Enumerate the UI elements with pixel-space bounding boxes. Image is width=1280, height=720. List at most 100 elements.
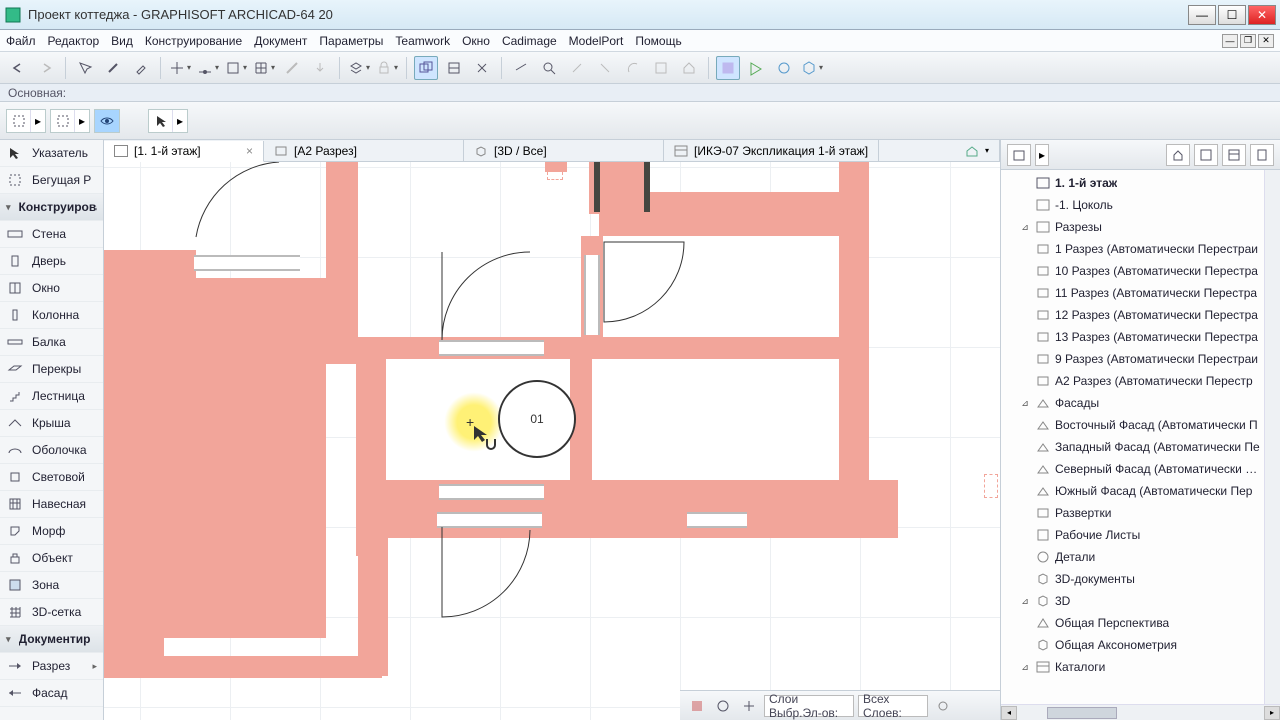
tool-skylight[interactable]: Световой [0, 464, 103, 491]
zoom-extents-button[interactable] [686, 695, 708, 717]
minimize-button[interactable]: — [1188, 5, 1216, 25]
nav-group-details[interactable]: Детали [1001, 546, 1264, 568]
nav-group-3ddocs[interactable]: 3D-документы [1001, 568, 1264, 590]
selection-mode-1[interactable] [7, 110, 31, 132]
trace-button[interactable] [414, 56, 438, 80]
menu-window[interactable]: Окно [462, 34, 490, 48]
partial-display-button[interactable] [738, 695, 760, 717]
gravity-button[interactable] [308, 56, 332, 80]
guideline-dropdown[interactable] [168, 56, 192, 80]
bimx-dropdown[interactable] [800, 56, 824, 80]
nav-mode-1[interactable] [1166, 144, 1190, 166]
snap-dropdown[interactable] [196, 56, 220, 80]
nav-group-elevations[interactable]: ⊿Фасады [1001, 392, 1264, 414]
renovation-button[interactable] [716, 56, 740, 80]
undo-button[interactable] [6, 56, 30, 80]
drawing-canvas[interactable]: + 01 Слои Выбр.Эл-ов: Всех Слоев: [104, 162, 1000, 720]
navigator-tree[interactable]: 1. 1-й этаж -1. Цоколь ⊿Разрезы 1 Разрез… [1001, 170, 1264, 704]
collapse-icon[interactable]: ⊿ [1019, 398, 1031, 409]
layer-combo-2[interactable]: Всех Слоев: [858, 695, 928, 717]
nav-group-3d[interactable]: ⊿3D [1001, 590, 1264, 612]
navigator-scrollbar[interactable] [1264, 170, 1280, 704]
menu-design[interactable]: Конструирование [145, 34, 242, 48]
tab-section-a2[interactable]: [А2 Разрез] [264, 140, 464, 161]
tool-window[interactable]: Окно [0, 275, 103, 302]
toolbox-design-header[interactable]: ▾Конструирова [0, 194, 103, 221]
cursor-arrow[interactable]: ▸ [173, 110, 187, 132]
tool-beam[interactable]: Балка [0, 329, 103, 356]
tab-3d[interactable]: [3D / Все] [464, 140, 664, 161]
nav-group-worksheets[interactable]: Рабочие Листы [1001, 524, 1264, 546]
tool-mesh[interactable]: 3D-сетка [0, 599, 103, 626]
menu-view[interactable]: Вид [111, 34, 133, 48]
nav-mode-2[interactable] [1194, 144, 1218, 166]
menu-teamwork[interactable]: Teamwork [395, 34, 450, 48]
nav-group-interior[interactable]: Развертки [1001, 502, 1264, 524]
trace-clear-button[interactable] [470, 56, 494, 80]
selection-mode-1-arrow[interactable]: ▸ [31, 110, 45, 132]
nav-item-section-10[interactable]: 10 Разрез (Автоматически Перестра [1001, 260, 1264, 282]
nav-item-section-1[interactable]: 1 Разрез (Автоматически Перестраи [1001, 238, 1264, 260]
tool-section[interactable]: Разрез▸ [0, 653, 103, 680]
suspend2-button[interactable] [593, 56, 617, 80]
show-hide-button[interactable] [712, 695, 734, 717]
close-button[interactable]: ✕ [1248, 5, 1276, 25]
renovation-filter-button[interactable] [744, 56, 768, 80]
tool-object[interactable]: Объект [0, 545, 103, 572]
menu-options[interactable]: Параметры [319, 34, 383, 48]
mdi-minimize-button[interactable]: — [1222, 34, 1238, 48]
element-snap-dropdown[interactable] [224, 56, 248, 80]
tool-arrow[interactable]: Указатель [0, 140, 103, 167]
nav-item-floor1[interactable]: 1. 1-й этаж [1001, 172, 1264, 194]
nav-item-elev-west[interactable]: Западный Фасад (Автоматически Пе [1001, 436, 1264, 458]
nav-expand-button[interactable]: ▸ [1035, 144, 1049, 166]
tool-zone[interactable]: Зона [0, 572, 103, 599]
nav-item-elev-east[interactable]: Восточный Фасад (Автоматически П [1001, 414, 1264, 436]
pick-elements-button[interactable] [73, 56, 97, 80]
nav-group-sections[interactable]: ⊿Разрезы [1001, 216, 1264, 238]
refresh-button[interactable] [932, 695, 954, 717]
nav-item-section-11[interactable]: 11 Разрез (Автоматически Перестра [1001, 282, 1264, 304]
nav-item-section-12[interactable]: 12 Разрез (Автоматически Перестра [1001, 304, 1264, 326]
layers-dropdown[interactable] [347, 56, 371, 80]
scroll-right-button[interactable]: ▸ [1264, 706, 1280, 720]
tool-column[interactable]: Колонна [0, 302, 103, 329]
nav-item-perspective[interactable]: Общая Перспектива [1001, 612, 1264, 634]
nav-item-elev-south[interactable]: Южный Фасад (Автоматически Пер [1001, 480, 1264, 502]
nav-item-section-a2[interactable]: А2 Разрез (Автоматически Перестр [1001, 370, 1264, 392]
eyedropper-button[interactable] [129, 56, 153, 80]
tab-floor1[interactable]: [1. 1-й этаж] × [104, 141, 264, 162]
tool-shell[interactable]: Оболочка [0, 437, 103, 464]
menu-help[interactable]: Помощь [635, 34, 681, 48]
tool-morph[interactable]: Морф [0, 518, 103, 545]
tab-schedule[interactable]: [ИКЭ-07 Экспликация 1-й этаж] [664, 140, 879, 161]
nav-mode-3[interactable] [1222, 144, 1246, 166]
menu-file[interactable]: Файл [6, 34, 36, 48]
nav-group-catalogs[interactable]: ⊿Каталоги [1001, 656, 1264, 678]
navigator-hscroll[interactable]: ◂ ▸ [1001, 704, 1280, 720]
nav-item-section-13[interactable]: 13 Разрез (Автоматически Перестра [1001, 326, 1264, 348]
nav-item-axonometry[interactable]: Общая Аксонометрия [1001, 634, 1264, 656]
tool-roof[interactable]: Крыша [0, 410, 103, 437]
tool-wall[interactable]: Стена [0, 221, 103, 248]
tool-marquee[interactable]: Бегущая Р [0, 167, 103, 194]
nav-project-button[interactable] [1007, 144, 1031, 166]
mdi-restore-button[interactable]: ❐ [1240, 34, 1256, 48]
home-button[interactable] [677, 56, 701, 80]
maximize-button[interactable]: ☐ [1218, 5, 1246, 25]
tool-door[interactable]: Дверь [0, 248, 103, 275]
quick-select-button[interactable] [95, 110, 119, 132]
layer-combo-1[interactable]: Слои Выбр.Эл-ов: [764, 695, 854, 717]
nav-mode-4[interactable] [1250, 144, 1274, 166]
magic-wand-button[interactable] [101, 56, 125, 80]
lock-dropdown[interactable] [375, 56, 399, 80]
energy-button[interactable] [772, 56, 796, 80]
menu-document[interactable]: Документ [254, 34, 307, 48]
suspend-button[interactable] [565, 56, 589, 80]
tool-curtainwall[interactable]: Навесная [0, 491, 103, 518]
collapse-icon[interactable]: ⊿ [1019, 662, 1031, 673]
collapse-icon[interactable]: ⊿ [1019, 222, 1031, 233]
menu-cadimage[interactable]: Cadimage [502, 34, 557, 48]
zone-marker[interactable]: 01 [498, 380, 576, 458]
grid-snap-dropdown[interactable] [252, 56, 276, 80]
